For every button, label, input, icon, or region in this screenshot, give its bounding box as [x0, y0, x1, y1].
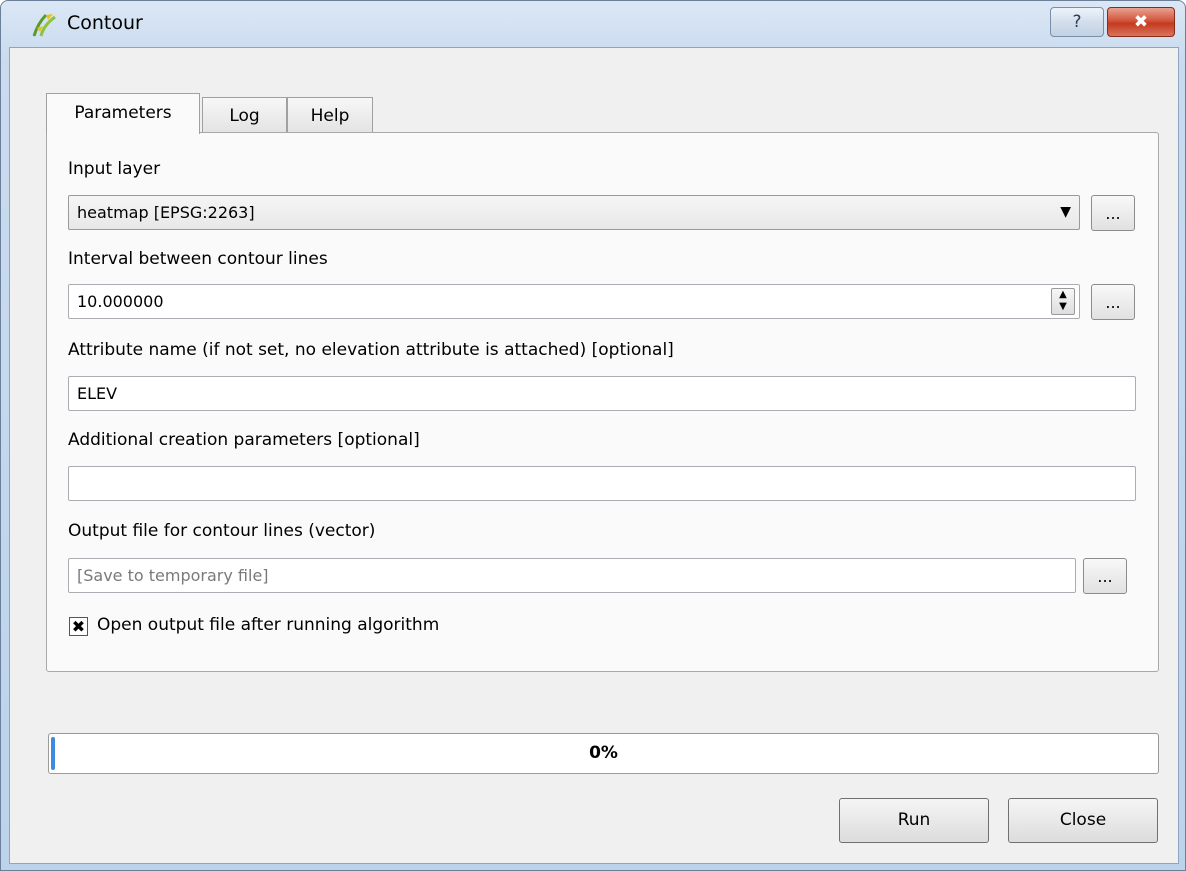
- tab-log[interactable]: Log: [202, 97, 287, 133]
- attribute-name-label: Attribute name (if not set, no elevation…: [68, 340, 674, 360]
- tab-parameters[interactable]: Parameters: [46, 93, 200, 134]
- close-button[interactable]: Close: [1008, 798, 1158, 843]
- dialog-window: Contour ? ✖ Parameters Log Help Input la…: [0, 0, 1186, 871]
- interval-spinbox[interactable]: 10.000000 ▲ ▼: [68, 284, 1080, 319]
- interval-label: Interval between contour lines: [68, 249, 328, 269]
- open-output-checkbox[interactable]: ✖: [69, 617, 88, 636]
- close-window-button[interactable]: ✖: [1107, 7, 1175, 37]
- additional-params-label: Additional creation parameters [optional…: [68, 430, 420, 450]
- interval-browse-button[interactable]: ...: [1091, 284, 1135, 320]
- open-output-label[interactable]: Open output file after running algorithm: [97, 615, 439, 635]
- progress-bar: 0%: [48, 733, 1159, 774]
- qgis-logo-icon: [32, 13, 56, 37]
- output-file-input[interactable]: [Save to temporary file]: [68, 558, 1076, 593]
- output-file-browse-button[interactable]: ...: [1083, 558, 1127, 594]
- spin-up-icon[interactable]: ▲: [1052, 289, 1074, 301]
- output-file-label: Output file for contour lines (vector): [68, 521, 376, 541]
- output-file-placeholder: [Save to temporary file]: [77, 566, 269, 585]
- title-bar[interactable]: Contour ? ✖: [1, 1, 1185, 47]
- input-layer-select[interactable]: heatmap [EPSG:2263] ▼: [68, 195, 1080, 230]
- spin-down-icon[interactable]: ▼: [1052, 301, 1074, 313]
- tab-help[interactable]: Help: [287, 97, 373, 133]
- run-button[interactable]: Run: [839, 798, 989, 843]
- interval-value: 10.000000: [77, 292, 164, 311]
- additional-params-input[interactable]: [68, 466, 1136, 501]
- input-layer-value: heatmap [EPSG:2263]: [77, 203, 255, 222]
- spin-buttons[interactable]: ▲ ▼: [1051, 288, 1075, 315]
- progress-text: 0%: [589, 743, 618, 763]
- attribute-name-input[interactable]: ELEV: [68, 376, 1136, 411]
- help-button[interactable]: ?: [1050, 7, 1104, 37]
- chevron-down-icon[interactable]: ▼: [1060, 196, 1071, 229]
- input-layer-browse-button[interactable]: ...: [1091, 195, 1135, 231]
- input-layer-label: Input layer: [68, 159, 161, 179]
- window-title: Contour: [67, 12, 143, 34]
